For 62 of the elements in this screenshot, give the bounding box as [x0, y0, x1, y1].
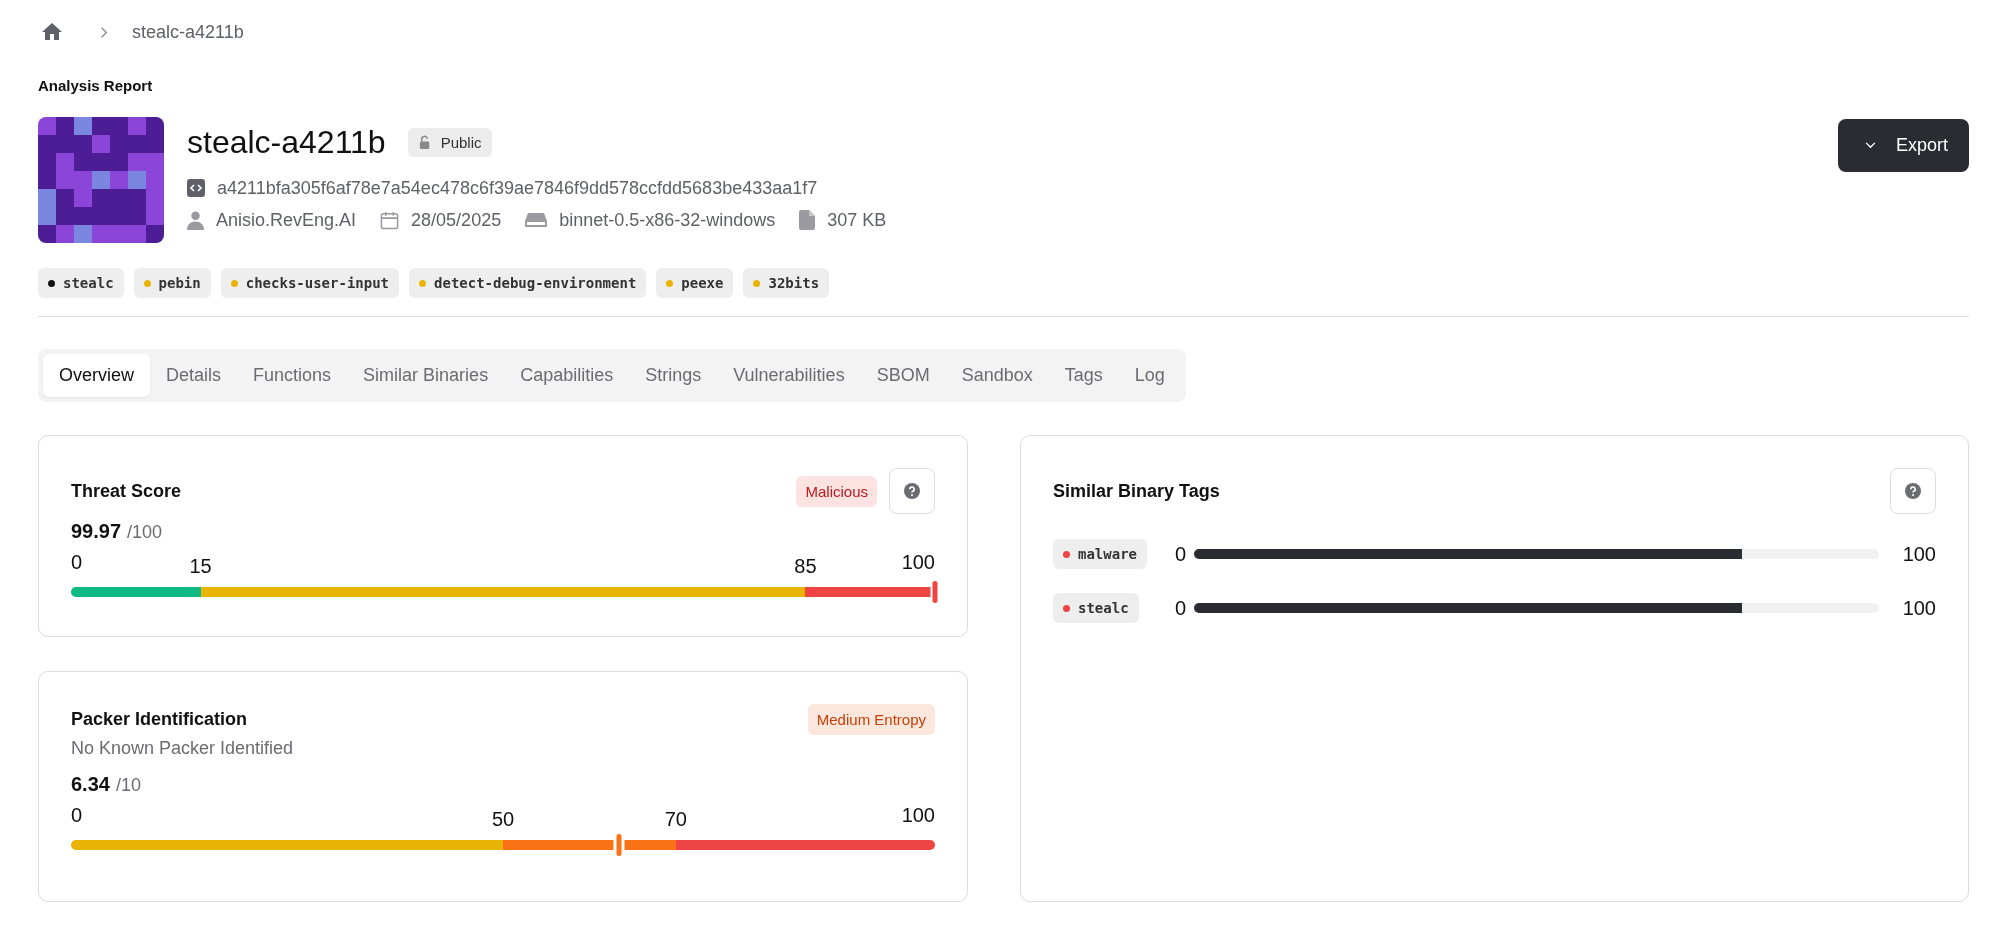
help-icon [904, 483, 920, 499]
tag-chip[interactable]: checks-user-input [220, 268, 400, 298]
tab[interactable]: Sandbox [945, 354, 1049, 397]
visibility-badge: Public [407, 127, 492, 157]
tab[interactable]: Overview [43, 354, 150, 397]
calendar-icon [380, 210, 400, 230]
status-badge: Malicious [796, 475, 877, 507]
scale-tick: 100 [901, 551, 935, 574]
scale-tick: 100 [901, 804, 935, 827]
tab[interactable]: Tags [1048, 354, 1119, 397]
range-max: 100 [1902, 542, 1936, 566]
model-text: binnet-0.5-x86-32-windows [559, 209, 776, 231]
card-title: Similar Binary Tags [1053, 480, 1220, 502]
tag-chip[interactable]: stealc [38, 268, 124, 298]
card-title: Threat Score [71, 480, 182, 502]
breadcrumb-current[interactable]: stealc-a4211b [132, 21, 244, 43]
score-value: 99.97 [71, 520, 122, 543]
help-button[interactable] [889, 468, 935, 514]
status-badge: Medium Entropy [807, 703, 935, 735]
tag-chip[interactable]: detect-debug-environment [409, 268, 647, 298]
date-text: 28/05/2025 [411, 209, 502, 231]
range-min: 0 [1175, 596, 1187, 620]
export-button[interactable]: Export [1837, 119, 1969, 172]
hard-drive-icon [525, 212, 548, 228]
file-icon [799, 210, 816, 230]
hash-text: a4211bfa305f6af78e7a54ec478c6f39ae7846f9dd578ccfdd5683be433aa1f7 [217, 177, 818, 199]
binary-name: stealc-a4211b [187, 123, 386, 161]
tab[interactable]: Log [1118, 354, 1181, 397]
scale-tick: 0 [71, 551, 83, 574]
section-title: Analysis Report [38, 77, 154, 94]
tag-chip[interactable]: pebin [133, 268, 211, 298]
score-max: /10 [115, 775, 141, 796]
score-max: /100 [127, 522, 163, 543]
tab[interactable]: Vulnerabilities [717, 354, 861, 397]
scale-tick: 70 [664, 808, 687, 831]
tag-chip[interactable]: malware [1053, 539, 1147, 569]
help-button[interactable] [1890, 468, 1936, 514]
tag-chip[interactable]: 32bits [743, 268, 830, 298]
code-icon [187, 179, 205, 197]
tag-chip[interactable]: stealc [1053, 593, 1139, 623]
tab[interactable]: Functions [237, 354, 348, 397]
tag-chip[interactable]: peexe [656, 268, 734, 298]
tab[interactable]: Capabilities [504, 354, 630, 397]
card-title: Packer Identification [71, 708, 248, 730]
size-text: 307 KB [827, 209, 887, 231]
tab[interactable]: SBOM [860, 354, 946, 397]
help-icon [1905, 483, 1921, 499]
tab[interactable]: Details [150, 354, 238, 397]
scale-tick: 85 [794, 555, 817, 578]
packer-subtitle: No Known Packer Identified [71, 738, 295, 759]
scale-tick: 50 [491, 808, 515, 831]
owner-text: Anisio.RevEng.AI [216, 209, 357, 231]
scale-tick: 15 [189, 555, 212, 578]
score-value: 6.34 [71, 773, 110, 796]
user-icon [187, 210, 204, 230]
chevron-right-icon [100, 25, 108, 39]
scale-tick: 0 [71, 804, 83, 827]
chevron-down-icon [1864, 142, 1876, 149]
range-max: 100 [1902, 596, 1936, 620]
tab[interactable]: Strings [629, 354, 718, 397]
range-min: 0 [1175, 542, 1187, 566]
tab[interactable]: Similar Binaries [347, 354, 505, 397]
